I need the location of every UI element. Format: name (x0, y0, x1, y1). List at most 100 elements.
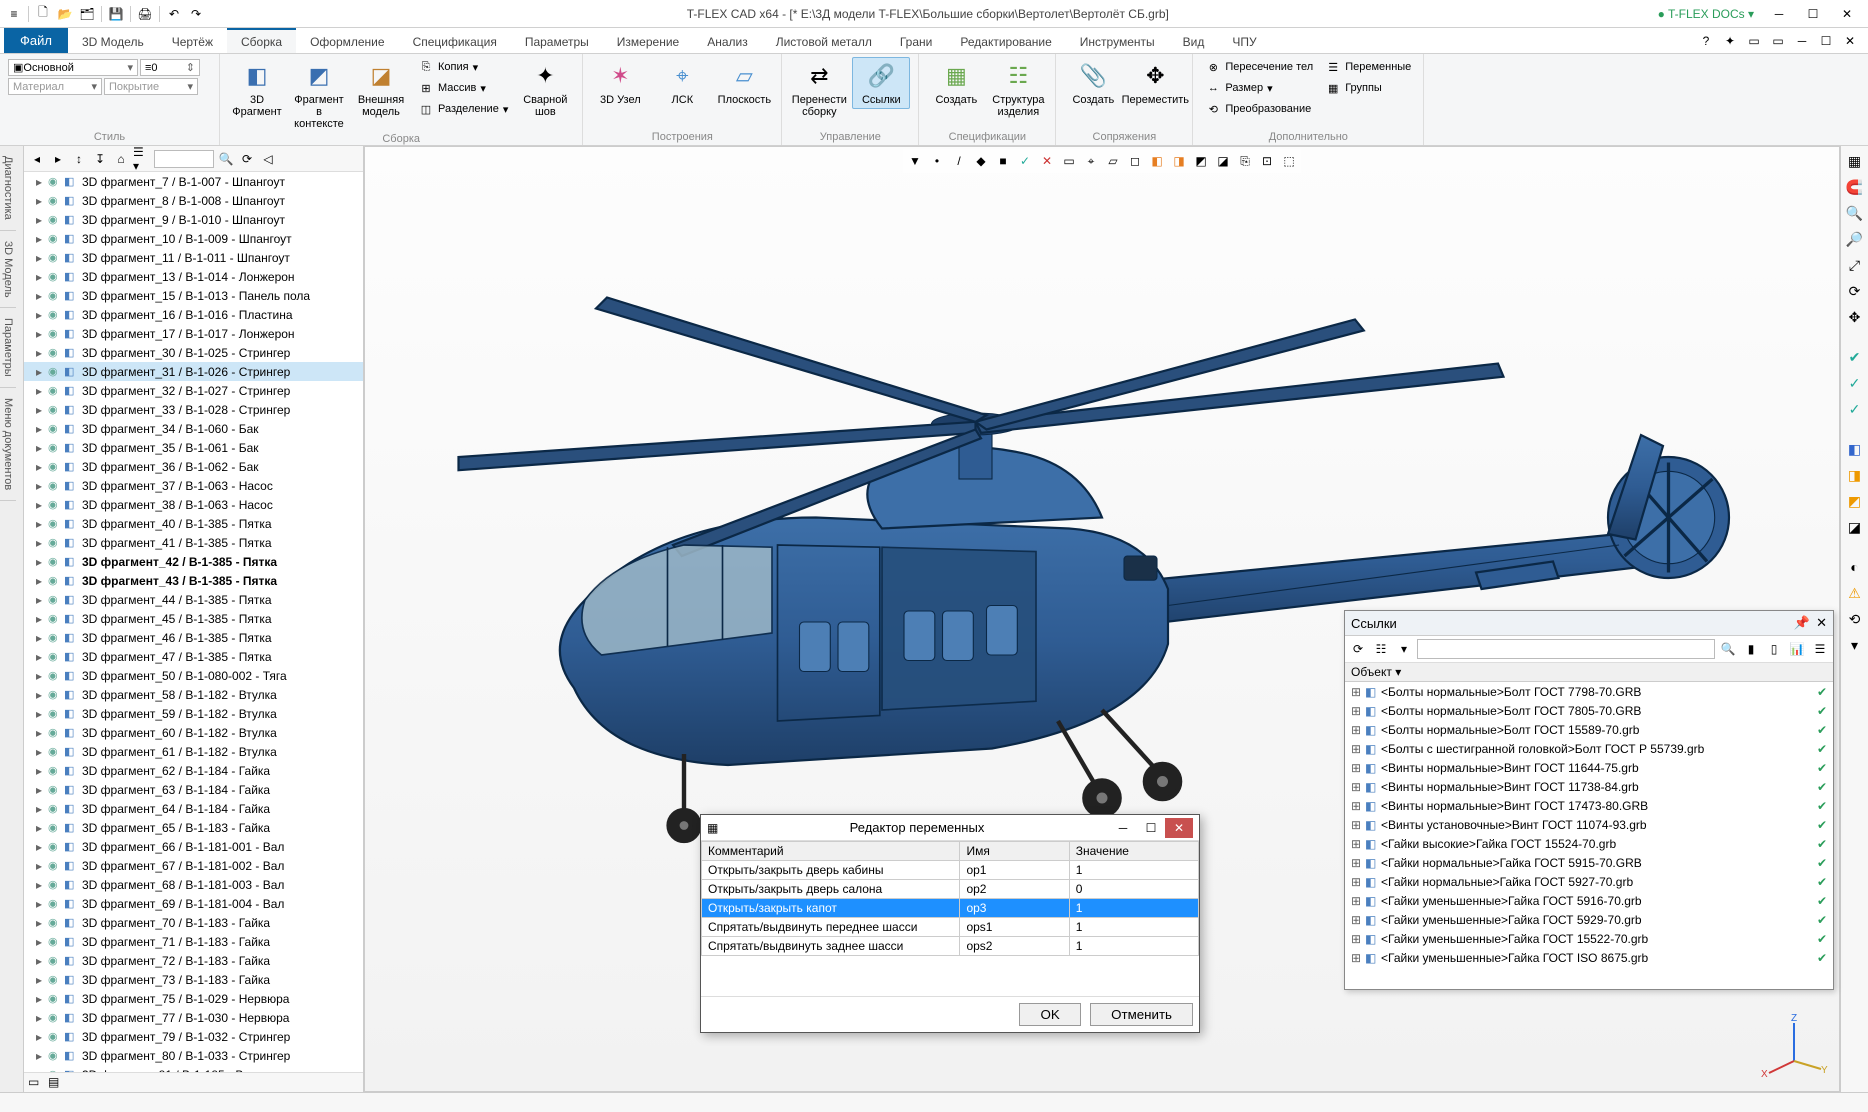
maximize-button[interactable]: ☐ (1796, 3, 1830, 25)
vp-copy-icon[interactable]: ⎘ (1235, 151, 1255, 171)
tree-item[interactable]: ▸◉◧3D фрагмент_70 / B-1-183 - Гайка (24, 913, 363, 932)
coating-combo[interactable]: Покрытие▾ (104, 78, 198, 95)
3d-node-button[interactable]: ✶3D Узел (591, 57, 649, 109)
tree-item[interactable]: ▸◉◧3D фрагмент_61 / B-1-182 - Втулка (24, 742, 363, 761)
vars-button[interactable]: ☰Переменные (1321, 57, 1415, 77)
tree-item[interactable]: ▸◉◧3D фрагмент_44 / B-1-385 - Пятка (24, 590, 363, 609)
links-bar1-icon[interactable]: ▮ (1741, 639, 1761, 659)
intersect-button[interactable]: ⊗Пересечение тел (1201, 57, 1317, 77)
tree-item[interactable]: ▸◉◧3D фрагмент_62 / B-1-184 - Гайка (24, 761, 363, 780)
tree-item[interactable]: ▸◉◧3D фрагмент_43 / B-1-385 - Пятка (24, 571, 363, 590)
tree-item[interactable]: ▸◉◧3D фрагмент_58 / B-1-182 - Втулка (24, 685, 363, 704)
tree-item[interactable]: ▸◉◧3D фрагмент_30 / B-1-025 - Стрингер (24, 343, 363, 362)
spec-struct-button[interactable]: ☷Структура изделия (989, 57, 1047, 121)
vp-cube3-icon[interactable]: ◩ (1191, 151, 1211, 171)
tree-body[interactable]: ▸◉◧3D фрагмент_7 / B-1-007 - Шпангоут ▸◉◧… (24, 172, 363, 1072)
restore-icon[interactable]: ─ (1792, 31, 1812, 51)
links-refresh-icon[interactable]: ⟳ (1348, 639, 1368, 659)
tree-item[interactable]: ▸◉◧3D фрагмент_41 / B-1-385 - Пятка (24, 533, 363, 552)
tree-item[interactable]: ▸◉◧3D фрагмент_46 / B-1-385 - Пятка (24, 628, 363, 647)
tree-item[interactable]: ▸◉◧3D фрагмент_9 / B-1-010 - Шпангоут (24, 210, 363, 229)
tab-drawing[interactable]: Чертёж (158, 28, 227, 53)
close-icon[interactable]: ✕ (1816, 615, 1827, 631)
links-row[interactable]: ⊞◧<Винты нормальные>Винт ГОСТ 11644-75.g… (1345, 758, 1833, 777)
tab-format[interactable]: Оформление (296, 28, 398, 53)
tree-item[interactable]: ▸◉◧3D фрагмент_72 / B-1-183 - Гайка (24, 951, 363, 970)
lcs-button[interactable]: ⌖ЛСК (653, 57, 711, 109)
rt-pan-icon[interactable]: ✥ (1844, 306, 1866, 328)
links-row[interactable]: ⊞◧<Гайки уменьшенные>Гайка ГОСТ 5916-70.… (1345, 891, 1833, 910)
rt-fit-icon[interactable]: ⤢ (1844, 254, 1866, 276)
tree-item[interactable]: ▸◉◧3D фрагмент_34 / B-1-060 - Бак (24, 419, 363, 438)
links-search-icon[interactable]: 🔍 (1718, 639, 1738, 659)
links-row[interactable]: ⊞◧<Гайки уменьшенные>Гайка ГОСТ ISO 8675… (1345, 948, 1833, 967)
groups-button[interactable]: ▦Группы (1321, 78, 1415, 98)
tree-prev-icon[interactable]: ◂ (28, 150, 46, 168)
tree-item[interactable]: ▸◉◧3D фрагмент_16 / B-1-016 - Пластина (24, 305, 363, 324)
move-assembly-button[interactable]: ⇄Перенести сборку (790, 57, 848, 121)
help-icon[interactable]: ? (1696, 31, 1716, 51)
mdiwin-icon[interactable]: ☐ (1816, 31, 1836, 51)
tree-item[interactable]: ▸◉◧3D фрагмент_77 / B-1-030 - Нервюра (24, 1008, 363, 1027)
variable-row[interactable]: Открыть/закрыть капотop31 (702, 899, 1199, 918)
open-icon[interactable]: 📂 (55, 4, 75, 24)
tree-item[interactable]: ▸◉◧3D фрагмент_80 / B-1-033 - Стрингер (24, 1046, 363, 1065)
tree-footbtn2[interactable]: ▤ (48, 1075, 66, 1091)
vp-face-icon[interactable]: ◆ (971, 151, 991, 171)
vp-check-icon[interactable]: ✓ (1015, 151, 1035, 171)
links-row[interactable]: ⊞◧<Гайки высокие>Гайка ГОСТ 15524-70.grb… (1345, 834, 1833, 853)
tree-item[interactable]: ▸◉◧3D фрагмент_71 / B-1-183 - Гайка (24, 932, 363, 951)
links-list-icon[interactable]: ☰ (1810, 639, 1830, 659)
vp-cube4-icon[interactable]: ◪ (1213, 151, 1233, 171)
tab-view[interactable]: Вид (1169, 28, 1219, 53)
tree-item[interactable]: ▸◉◧3D фрагмент_60 / B-1-182 - Втулка (24, 723, 363, 742)
mate-create-button[interactable]: 📎Создать (1064, 57, 1122, 109)
tree-item[interactable]: ▸◉◧3D фрагмент_10 / B-1-009 - Шпангоут (24, 229, 363, 248)
rt-iso-icon[interactable]: ◧ (1844, 438, 1866, 460)
tree-item[interactable]: ▸◉◧3D фрагмент_79 / B-1-032 - Стрингер (24, 1027, 363, 1046)
rt-more-icon[interactable]: ▾ (1844, 634, 1866, 656)
layer-combo[interactable]: ▣ Основной▾ (8, 59, 138, 76)
dialog-max-button[interactable]: ☐ (1137, 818, 1165, 838)
links-row[interactable]: ⊞◧<Винты нормальные>Винт ГОСТ 17473-80.G… (1345, 796, 1833, 815)
links-stat-icon[interactable]: 📊 (1787, 639, 1807, 659)
tree-item[interactable]: ▸◉◧3D фрагмент_47 / B-1-385 - Пятка (24, 647, 363, 666)
linewidth-combo[interactable]: ≡ 0⇕ (140, 59, 200, 76)
vp-edge-icon[interactable]: / (949, 151, 969, 171)
tree-item[interactable]: ▸◉◧3D фрагмент_63 / B-1-184 - Гайка (24, 780, 363, 799)
vp-box-icon[interactable]: ◻ (1125, 151, 1145, 171)
tab-sheet[interactable]: Листовой металл (762, 28, 886, 53)
tab-faces[interactable]: Грани (886, 28, 947, 53)
tab-spec[interactable]: Спецификация (399, 28, 511, 53)
settings-icon[interactable]: ✦ (1720, 31, 1740, 51)
tree-item[interactable]: ▸◉◧3D фрагмент_15 / B-1-013 - Панель пол… (24, 286, 363, 305)
links-row[interactable]: ⊞◧<Болты с шестигранной головкой>Болт ГО… (1345, 739, 1833, 758)
rt-zoomin-icon[interactable]: 🔍 (1844, 202, 1866, 224)
rt-shade-icon[interactable]: ◐ (1844, 556, 1866, 578)
tree-item[interactable]: ▸◉◧3D фрагмент_75 / B-1-029 - Нервюра (24, 989, 363, 1008)
links-row[interactable]: ⊞◧<Гайки уменьшенные>Гайка ГОСТ 15522-70… (1345, 929, 1833, 948)
tflex-docs-button[interactable]: ● T-FLEX DOCs ▾ (1650, 5, 1762, 23)
links-row[interactable]: ⊞◧<Болты нормальные>Болт ГОСТ 15589-70.g… (1345, 720, 1833, 739)
rt-side-icon[interactable]: ◪ (1844, 516, 1866, 538)
tree-item[interactable]: ▸◉◧3D фрагмент_7 / B-1-007 - Шпангоут (24, 172, 363, 191)
ok-button[interactable]: OK (1019, 1003, 1080, 1026)
tree-item[interactable]: ▸◉◧3D фрагмент_64 / B-1-184 - Гайка (24, 799, 363, 818)
rt-magnet-icon[interactable]: 🧲 (1844, 176, 1866, 198)
links-search-input[interactable] (1417, 639, 1715, 659)
vp-x-icon[interactable]: ✕ (1037, 151, 1057, 171)
variable-row[interactable]: Открыть/закрыть дверь кабиныop11 (702, 861, 1199, 880)
tree-item[interactable]: ▸◉◧3D фрагмент_66 / B-1-181-001 - Вал (24, 837, 363, 856)
rt-refresh-icon[interactable]: ⟲ (1844, 608, 1866, 630)
dialog-min-button[interactable]: ─ (1109, 818, 1137, 838)
vp-plane-icon[interactable]: ▱ (1103, 151, 1123, 171)
tree-zoom-icon[interactable]: 🔍 (217, 150, 235, 168)
tree-item[interactable]: ▸◉◧3D фрагмент_38 / B-1-063 - Насос (24, 495, 363, 514)
variable-row[interactable]: Спрятать/выдвинуть заднее шассиops21 (702, 937, 1199, 956)
tree-footbtn1[interactable]: ▭ (28, 1075, 46, 1091)
tab-edit[interactable]: Редактирование (946, 28, 1065, 53)
tab-assembly[interactable]: Сборка (227, 28, 296, 53)
window-icon[interactable]: ▭ (1744, 31, 1764, 51)
vtab-3d[interactable]: 3D Модель (0, 231, 16, 309)
split-button[interactable]: ◫Разделение ▾ (414, 99, 512, 119)
